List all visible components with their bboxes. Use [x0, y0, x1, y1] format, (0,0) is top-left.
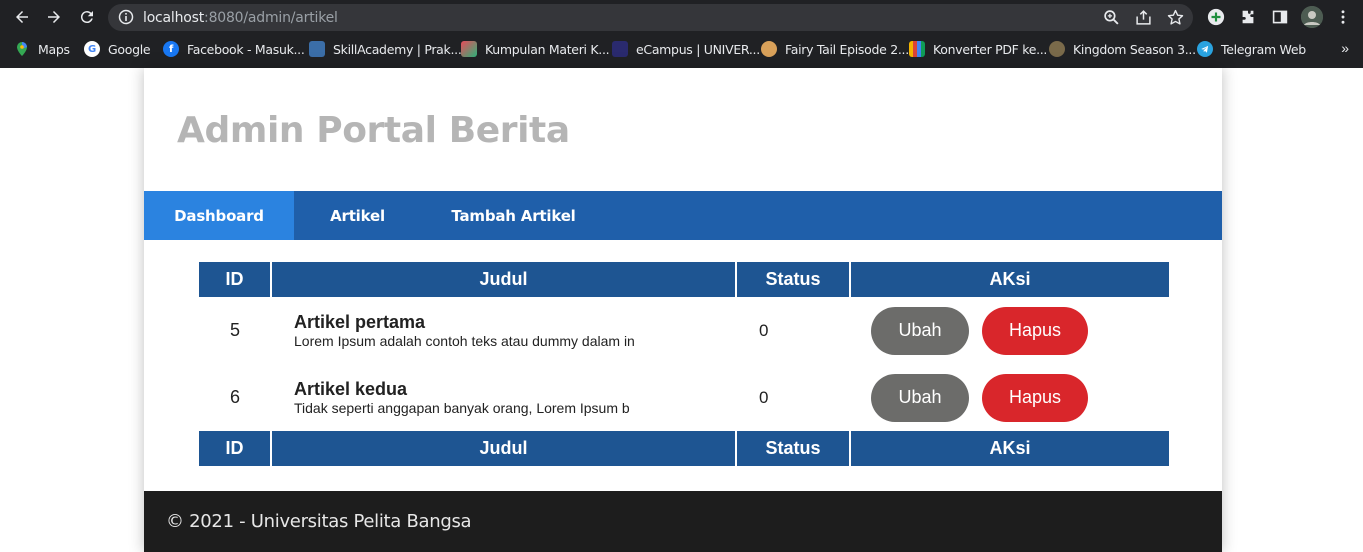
table-header-row: ID Judul Status AKsi [199, 262, 1169, 297]
bookmark-facebook[interactable]: f Facebook - Masuk... [163, 40, 305, 58]
table-footer-row: ID Judul Status AKsi [199, 431, 1169, 466]
zoom-icon[interactable] [1103, 9, 1120, 26]
bookmarks-more-icon[interactable]: » [1341, 40, 1349, 56]
bookmark-ecampus[interactable]: eCampus | UNIVER... [612, 40, 760, 58]
delete-button[interactable]: Hapus [982, 306, 1088, 355]
bookmark-maps[interactable]: Maps [14, 40, 70, 58]
delete-button[interactable]: Hapus [982, 373, 1088, 422]
table-row: 5 Artikel pertama Lorem Ipsum adalah con… [199, 297, 1169, 364]
ecampus-icon [612, 41, 628, 57]
bookmarks-bar: Maps G Google f Facebook - Masuk... Skil… [0, 34, 1363, 64]
facebook-icon: f [163, 41, 179, 57]
site-title: Admin Portal Berita [177, 110, 570, 151]
article-excerpt: Tidak seperti anggapan banyak orang, Lor… [294, 399, 630, 416]
info-icon[interactable] [118, 9, 134, 25]
bookmark-label: Facebook - Masuk... [187, 41, 305, 57]
side-panel-icon[interactable] [1270, 7, 1290, 27]
footer-header-status: Status [736, 431, 851, 466]
bookmark-label: Maps [38, 41, 70, 57]
bookmark-skillacademy[interactable]: SkillAcademy | Prak... [309, 40, 462, 58]
row-judul: Artikel pertama Lorem Ipsum adalah conto… [271, 297, 736, 364]
puzzle-icon[interactable] [1238, 7, 1258, 27]
row-actions: Ubah Hapus [850, 364, 1169, 431]
nav-dashboard[interactable]: Dashboard [144, 191, 294, 240]
page-footer: © 2021 - Universitas Pelita Bangsa [144, 491, 1222, 552]
main-navbar: Dashboard Artikel Tambah Artikel [144, 191, 1222, 240]
share-icon[interactable] [1135, 9, 1152, 26]
row-id: 5 [229, 320, 240, 340]
materi-icon [461, 41, 477, 57]
row-status: 0 [759, 320, 769, 340]
bookmark-fairytail[interactable]: Fairy Tail Episode 2... [761, 40, 909, 58]
fairytail-icon [761, 41, 777, 57]
bookmark-pdf[interactable]: Konverter PDF ke... [909, 40, 1047, 58]
maps-icon [14, 41, 30, 57]
footer-header-judul: Judul [271, 431, 737, 466]
pdf-icon [909, 41, 925, 57]
bookmark-kingdom[interactable]: Kingdom Season 3... [1049, 40, 1196, 58]
header-judul: Judul [271, 262, 737, 297]
edit-button[interactable]: Ubah [871, 373, 969, 422]
header-status: Status [736, 262, 851, 297]
telegram-icon [1197, 41, 1213, 57]
footer-header-aksi: AKsi [850, 431, 1169, 466]
artikel-table: ID Judul Status AKsi 5 Artikel pertama L… [199, 262, 1169, 466]
article-title: Artikel pertama [294, 311, 426, 332]
bookmark-label: Kumpulan Materi K... [485, 41, 610, 57]
header-aksi: AKsi [850, 262, 1169, 297]
article-excerpt: Lorem Ipsum adalah contoh teks atau dumm… [294, 332, 635, 349]
address-bar[interactable]: localhost:8080/admin/artikel [108, 4, 1193, 31]
forward-icon[interactable] [42, 5, 66, 29]
table-row: 6 Artikel kedua Tidak seperti anggapan b… [199, 364, 1169, 431]
bookmark-telegram[interactable]: Telegram Web [1197, 40, 1306, 58]
extension-plus-icon[interactable] [1206, 7, 1226, 27]
row-id: 6 [229, 387, 240, 407]
page-container: Admin Portal Berita Dashboard Artikel Ta… [144, 68, 1222, 552]
browser-chrome: localhost:8080/admin/artikel Maps G Goog… [0, 0, 1363, 68]
bookmark-label: eCampus | UNIVER... [636, 41, 760, 57]
row-actions: Ubah Hapus [850, 297, 1169, 364]
browser-toolbar: localhost:8080/admin/artikel [0, 0, 1363, 34]
bookmark-materi[interactable]: Kumpulan Materi K... [461, 40, 610, 58]
copyright-text: © 2021 - Universitas Pelita Bangsa [166, 511, 472, 532]
back-icon[interactable] [10, 5, 34, 29]
header-id: ID [199, 262, 272, 297]
bookmark-label: SkillAcademy | Prak... [333, 41, 462, 57]
bookmark-label: Kingdom Season 3... [1073, 41, 1196, 57]
url-path: :8080/admin/artikel [204, 10, 338, 26]
skillacademy-icon [309, 41, 325, 57]
profile-avatar[interactable] [1301, 6, 1323, 28]
footer-header-id: ID [199, 431, 272, 466]
bookmark-label: Google [108, 41, 151, 57]
bookmark-label: Fairy Tail Episode 2... [785, 41, 909, 57]
menu-kebab-icon[interactable] [1333, 7, 1353, 27]
bookmark-label: Konverter PDF ke... [933, 41, 1048, 57]
bookmark-google[interactable]: G Google [84, 40, 151, 58]
nav-tambah-artikel[interactable]: Tambah Artikel [421, 191, 606, 240]
url-text[interactable]: localhost:8080/admin/artikel [143, 10, 338, 26]
reload-icon[interactable] [75, 5, 99, 29]
row-status: 0 [759, 387, 769, 407]
google-icon: G [84, 41, 100, 57]
kingdom-icon [1049, 41, 1065, 57]
url-host: localhost [143, 10, 205, 26]
edit-button[interactable]: Ubah [871, 306, 969, 355]
nav-artikel[interactable]: Artikel [294, 191, 421, 240]
row-judul: Artikel kedua Tidak seperti anggapan ban… [271, 364, 736, 431]
bookmark-label: Telegram Web [1221, 41, 1306, 57]
bookmark-star-icon[interactable] [1167, 9, 1184, 26]
article-title: Artikel kedua [294, 378, 408, 399]
